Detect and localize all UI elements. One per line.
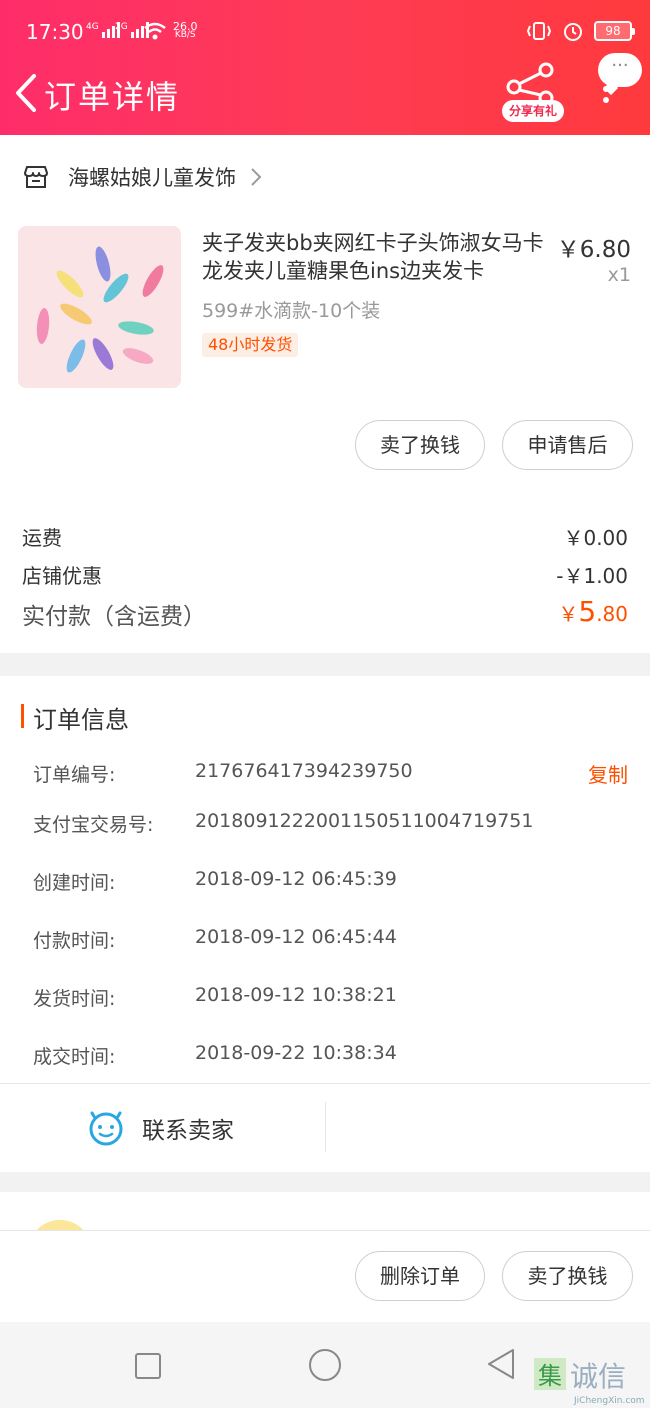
order-number-value: 217676417394239750 [195, 760, 413, 782]
paid-time-label: 付款时间: [33, 930, 116, 952]
status-time: 17:30 [26, 20, 84, 44]
more-bubble[interactable]: ··· [598, 53, 642, 87]
page-title: 订单详情 [44, 78, 181, 116]
product-sku: 599#水滴款-10个装 [202, 300, 381, 322]
product-image[interactable] [18, 226, 181, 388]
delete-order-button[interactable]: 删除订单 [355, 1251, 485, 1301]
total-integer: 5 [578, 595, 597, 628]
copy-button[interactable]: 复制 [588, 759, 628, 788]
product-quantity: x1 [607, 264, 631, 286]
completed-time-label: 成交时间: [33, 1046, 116, 1068]
shipping-fee-value: ￥0.00 [563, 526, 628, 550]
contact-seller-button[interactable]: 联系卖家 [88, 1110, 234, 1146]
total-currency: ￥ [558, 602, 579, 626]
watermark-text: JiChengXin.com [574, 1396, 645, 1406]
recent-apps-icon[interactable] [134, 1352, 162, 1380]
net-speed-unit: KB/S [174, 30, 196, 40]
created-time-value: 2018-09-12 06:45:39 [195, 868, 397, 890]
order-number-label: 订单编号: [33, 764, 116, 786]
battery-icon: 98 [594, 21, 635, 41]
completed-time-value: 2018-09-22 10:38:34 [195, 1042, 397, 1064]
status-right: 98 [526, 20, 635, 42]
vibrate-icon [526, 22, 552, 40]
paid-time-value: 2018-09-12 06:45:44 [195, 926, 397, 948]
svg-text:集: 集 [538, 1362, 562, 1390]
order-info-title: 订单信息 [33, 706, 129, 734]
product-price: ￥6.80 [556, 237, 631, 263]
shop-row[interactable]: 海螺姑娘儿童发饰 [22, 160, 262, 194]
shop-discount-value: -￥1.00 [556, 564, 628, 588]
product-title[interactable]: 夹子发夹bb夹网红卡子头饰淑女马卡龙发夹儿童糖果色ins边夹发卡 [202, 229, 554, 285]
hair-clip-illustration [36, 246, 164, 373]
shipping-fee-label: 运费 [22, 526, 62, 550]
app-header: 17:30 4G 2G 26.0 KB/S 98 订单详情 分享有礼 ··· [0, 0, 650, 135]
network-type-2: 2G [115, 22, 128, 32]
battery-level: 98 [605, 24, 621, 38]
order-info-card [0, 676, 650, 1172]
more-menu-icon[interactable] [602, 86, 610, 110]
after-sales-button[interactable]: 申请售后 [502, 420, 633, 470]
shipped-time-label: 发货时间: [33, 988, 116, 1010]
alipay-trade-value: 2018091222001150511004719751 [195, 810, 534, 832]
alipay-trade-label: 支付宝交易号: [33, 814, 154, 836]
shop-name: 海螺姑娘儿童发饰 [68, 166, 236, 190]
created-time-label: 创建时间: [33, 872, 116, 894]
sell-for-cash-footer-button[interactable]: 卖了换钱 [502, 1251, 633, 1301]
back-arrow-icon[interactable] [10, 72, 40, 114]
chevron-right-icon [251, 168, 262, 186]
net-speed: 26.0 KB/S [173, 21, 198, 40]
shipped-time-value: 2018-09-12 10:38:21 [195, 984, 397, 1006]
home-icon[interactable] [308, 1348, 342, 1382]
alarm-icon [564, 23, 582, 41]
wifi-icon [144, 22, 166, 40]
shipping-badge: 48小时发货 [202, 333, 299, 357]
network-type-1: 4G [86, 22, 99, 32]
sell-for-cash-button[interactable]: 卖了换钱 [355, 420, 485, 470]
total-decimal: .80 [596, 602, 628, 626]
share-reward-label[interactable]: 分享有礼 [502, 100, 564, 122]
chat-bot-icon [89, 1111, 123, 1146]
svg-text:诚信: 诚信 [570, 1360, 626, 1393]
status-bar: 17:30 4G 2G 26.0 KB/S 98 [0, 0, 650, 64]
total-paid-value: ￥5.80 [558, 595, 628, 628]
section-accent-bar [21, 704, 24, 728]
total-paid-label: 实付款（含运费） [22, 604, 206, 630]
shop-discount-label: 店铺优惠 [22, 564, 102, 588]
back-nav-icon[interactable] [486, 1348, 516, 1380]
vertical-separator [325, 1102, 326, 1152]
shop-icon [24, 166, 48, 188]
divider [0, 1083, 650, 1084]
contact-seller-label: 联系卖家 [142, 1118, 234, 1144]
